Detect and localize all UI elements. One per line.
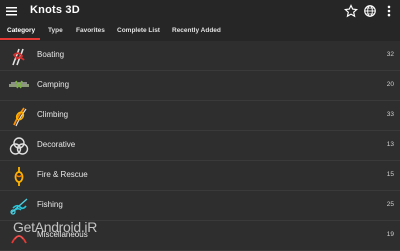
tab-complete-list[interactable]: Complete List bbox=[117, 22, 160, 41]
more-options-icon[interactable] bbox=[382, 4, 396, 18]
category-count: 13 bbox=[386, 141, 394, 148]
active-tab-indicator bbox=[0, 38, 40, 40]
category-label: Decorative bbox=[37, 140, 76, 149]
fire-rescue-knot-icon bbox=[14, 167, 24, 186]
category-label: Boating bbox=[37, 50, 65, 59]
category-count: 32 bbox=[386, 51, 394, 58]
boating-knot-icon bbox=[12, 48, 25, 66]
category-row-climbing[interactable]: Climbing 33 bbox=[0, 101, 400, 131]
app-title: Knots 3D bbox=[30, 4, 80, 16]
category-count: 15 bbox=[386, 171, 394, 178]
tab-bar: Category Type Favorites Complete List Re… bbox=[0, 22, 400, 41]
category-label: Fishing bbox=[37, 200, 63, 209]
globe-icon[interactable] bbox=[363, 4, 377, 18]
tab-type[interactable]: Type bbox=[48, 22, 63, 41]
category-count: 33 bbox=[386, 111, 394, 118]
decorative-knot-icon bbox=[9, 137, 29, 155]
category-label: Climbing bbox=[37, 110, 69, 119]
watermark: GetAndroid.iR bbox=[13, 219, 98, 235]
category-label: Camping bbox=[37, 80, 70, 89]
menu-icon[interactable] bbox=[6, 5, 17, 17]
climbing-knot-icon bbox=[13, 107, 27, 127]
category-row-decorative[interactable]: Decorative 13 bbox=[0, 131, 400, 161]
category-row-fire-rescue[interactable]: Fire & Rescue 15 bbox=[0, 161, 400, 191]
tab-recently-added[interactable]: Recently Added bbox=[172, 22, 221, 41]
category-count: 20 bbox=[386, 81, 394, 88]
category-count: 19 bbox=[386, 231, 394, 238]
app-bar: Knots 3D bbox=[0, 0, 400, 22]
category-row-camping[interactable]: Camping 20 bbox=[0, 71, 400, 101]
star-icon[interactable] bbox=[344, 4, 358, 18]
camping-knot-icon bbox=[9, 80, 29, 89]
tab-favorites[interactable]: Favorites bbox=[76, 22, 105, 41]
fishing-knot-icon bbox=[10, 198, 28, 215]
category-label: Fire & Rescue bbox=[37, 170, 88, 179]
category-row-fishing[interactable]: Fishing 25 bbox=[0, 191, 400, 221]
category-count: 25 bbox=[386, 201, 394, 208]
category-row-boating[interactable]: Boating 32 bbox=[0, 41, 400, 71]
